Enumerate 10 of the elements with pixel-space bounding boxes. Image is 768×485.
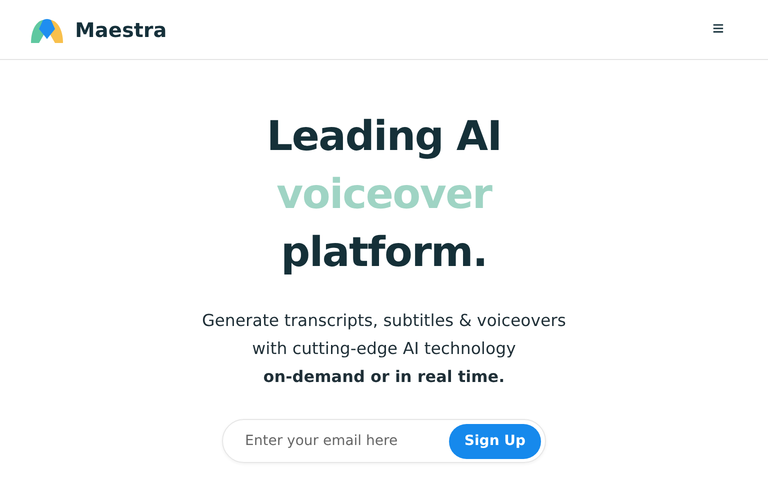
subtitle-line: Generate transcripts, subtitles & voiceovers [202,310,566,332]
headline-line: platform. [280,227,488,278]
subtitle-line: with cutting-edge AI technology [252,338,516,360]
sign-up-button[interactable]: Sign Up [449,424,541,458]
email-signup-field[interactable]: Enter your email here Sign Up [222,419,546,463]
headline-line: voiceover [276,169,494,220]
logo-icon [29,16,65,42]
headline-line: Leading AI [266,111,502,162]
subtitle-line: on-demand or in real time. [263,366,505,388]
brand-name[interactable]: Maestra [75,18,167,42]
